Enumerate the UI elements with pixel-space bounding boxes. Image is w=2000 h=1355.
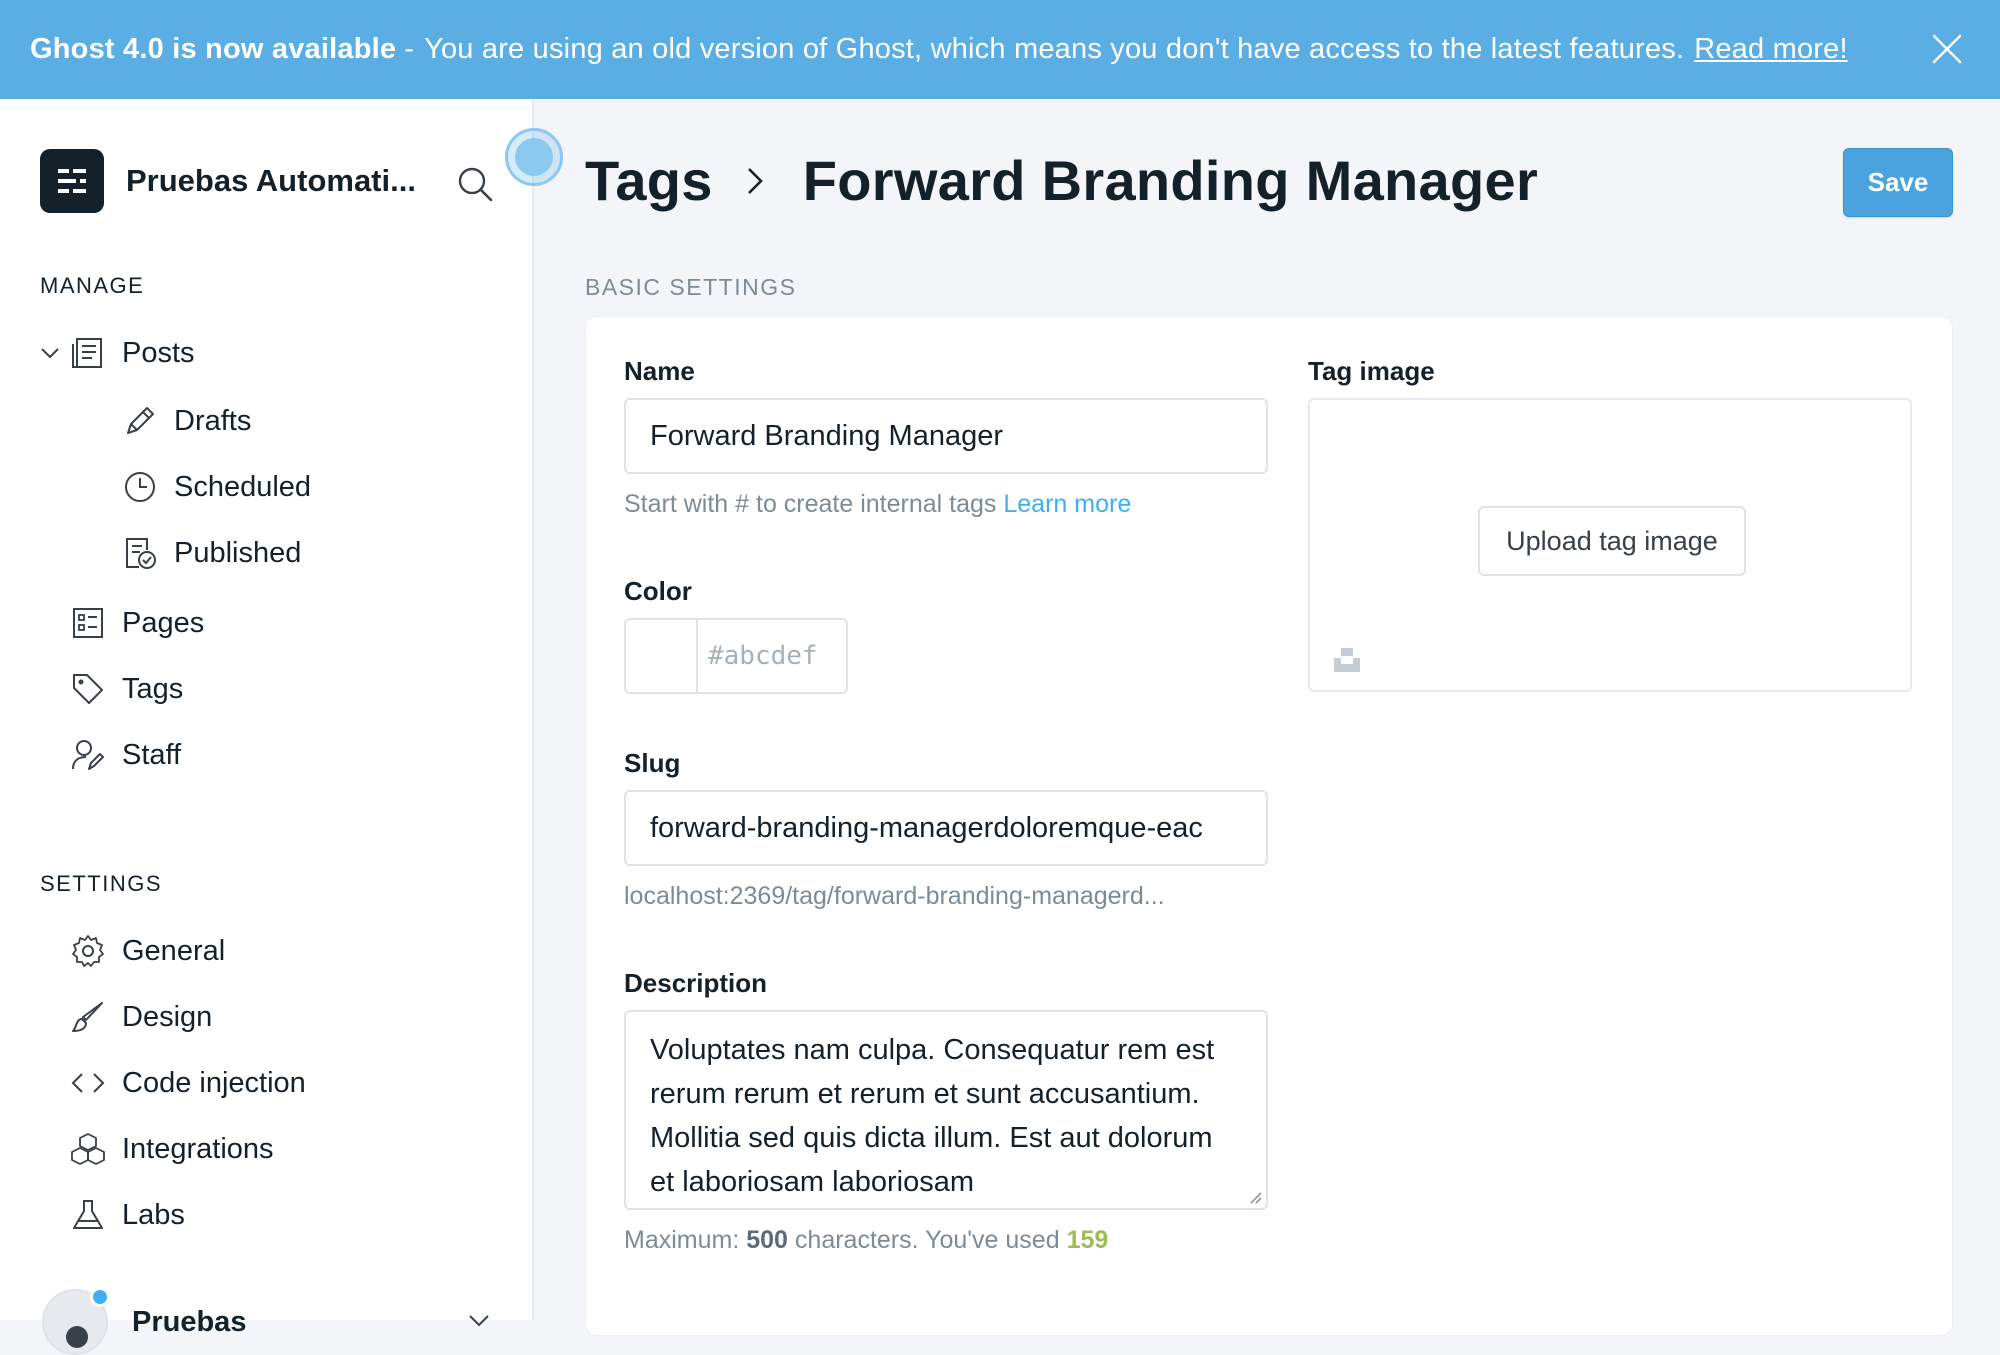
breadcrumb: Tags Forward Branding Manager [585, 148, 1538, 213]
color-placeholder: #abcdef [708, 641, 818, 671]
search-icon[interactable] [456, 165, 494, 203]
name-label: Name [624, 356, 695, 386]
resize-handle-icon[interactable] [1248, 1190, 1262, 1204]
count-max: 500 [746, 1226, 788, 1254]
sidebar-item-staff[interactable]: Staff [70, 733, 181, 777]
slug-url-preview: localhost:2369/tag/forward-branding-mana… [624, 882, 1165, 910]
tag-image-label: Tag image [1308, 356, 1435, 386]
code-icon [70, 1065, 106, 1101]
color-field[interactable]: #abcdef [624, 618, 848, 694]
sidebar-item-labs[interactable]: Labs [70, 1193, 185, 1237]
count-used: 159 [1066, 1226, 1109, 1254]
published-icon [122, 535, 158, 571]
upload-tag-image-button[interactable]: Upload tag image [1478, 506, 1746, 576]
flask-icon [70, 1197, 106, 1233]
sidebar-item-label: Tags [122, 672, 184, 705]
posts-icon [70, 335, 106, 371]
clock-icon [122, 469, 158, 505]
sidebar-item-integrations[interactable]: Integrations [70, 1127, 274, 1171]
site-logo [40, 149, 104, 213]
name-hint: Start with # to create internal tags Lea… [624, 490, 1131, 519]
color-label: Color [624, 576, 692, 606]
unsplash-icon[interactable] [1332, 644, 1362, 674]
save-button[interactable]: Save [1843, 148, 1953, 217]
sidebar-item-published[interactable]: Published [122, 531, 301, 575]
status-dot [90, 1287, 110, 1307]
close-icon[interactable] [1930, 32, 1964, 66]
name-hint-text: Start with # to create internal tags [624, 490, 997, 518]
name-input[interactable]: Forward Branding Manager [624, 398, 1268, 474]
pages-icon [70, 605, 106, 641]
sidebar-item-design[interactable]: Design [70, 995, 212, 1039]
banner-separator: - [404, 33, 415, 65]
site-name: Pruebas Automati... [126, 163, 416, 198]
chevron-down-icon[interactable] [38, 341, 62, 365]
update-banner: Ghost 4.0 is now available - You are usi… [0, 0, 2000, 99]
sidebar-item-drafts[interactable]: Drafts [122, 399, 251, 443]
tag-icon [70, 671, 106, 707]
site-brand[interactable]: Pruebas Automati... [40, 149, 416, 213]
banner-read-more-link[interactable]: Read more! [1694, 33, 1848, 66]
pencil-icon [122, 403, 158, 439]
sidebar-item-general[interactable]: General [70, 929, 225, 973]
basic-settings-label: BASIC SETTINGS [585, 274, 797, 300]
gear-icon [70, 933, 106, 969]
count-mid: characters. You've used [794, 1226, 1060, 1254]
name-input-value: Forward Branding Manager [650, 419, 1004, 452]
color-input[interactable]: #abcdef [698, 620, 846, 692]
sidebar-item-label: Labs [122, 1198, 185, 1231]
page-title: Forward Branding Manager [802, 149, 1539, 212]
sidebar-item-posts[interactable]: Posts [70, 331, 195, 375]
integrations-icon [70, 1131, 106, 1167]
count-prefix: Maximum: [624, 1226, 740, 1254]
staff-icon [70, 737, 106, 773]
chevron-down-icon[interactable] [466, 1307, 492, 1333]
sidebar-item-label: Scheduled [174, 470, 312, 503]
sidebar-item-label: Pages [122, 606, 205, 639]
user-name: Pruebas [132, 1305, 247, 1338]
sidebar-item-label: Staff [122, 738, 182, 771]
breadcrumb-tags-link[interactable]: Tags [585, 148, 713, 213]
sidebar-item-label: General [122, 934, 226, 967]
color-swatch[interactable] [626, 620, 698, 692]
learn-more-link[interactable]: Learn more [1003, 490, 1131, 518]
sidebar-item-label: Posts [122, 336, 195, 369]
sidebar: Pruebas Automati... MANAGE Posts Drafts … [0, 99, 534, 1355]
sidebar-item-label: Integrations [122, 1132, 274, 1165]
slug-input[interactable]: forward-branding-managerdoloremque-eac [624, 790, 1268, 866]
sidebar-item-label: Published [174, 536, 302, 569]
banner-message: You are using an old version of Ghost, w… [424, 33, 1685, 65]
sidebar-item-scheduled[interactable]: Scheduled [122, 465, 311, 509]
user-menu[interactable]: Pruebas [42, 1289, 246, 1355]
banner-title: Ghost 4.0 is now available [30, 33, 397, 65]
ghost-logo-icon [58, 169, 86, 193]
slug-label: Slug [624, 748, 681, 778]
sidebar-item-label: Drafts [174, 404, 252, 437]
onboarding-pulse[interactable] [505, 128, 563, 186]
slug-input-value: forward-branding-managerdoloremque-eac [650, 811, 1203, 844]
description-count-hint: Maximum: 500 characters. You've used 159 [624, 1226, 1108, 1255]
description-label: Description [624, 968, 768, 998]
tag-image-uploader[interactable]: Upload tag image [1308, 398, 1912, 692]
settings-section-label: SETTINGS [40, 871, 163, 896]
sidebar-item-code-injection[interactable]: Code injection [70, 1061, 306, 1105]
sidebar-item-pages[interactable]: Pages [70, 601, 204, 645]
sidebar-item-label: Design [122, 1000, 213, 1033]
description-value: Voluptates nam culpa. Consequatur rem es… [650, 1034, 1215, 1198]
sidebar-item-label: Code injection [122, 1066, 306, 1099]
brush-icon [70, 999, 106, 1035]
sidebar-item-tags[interactable]: Tags [70, 667, 183, 711]
manage-section-label: MANAGE [40, 273, 145, 298]
chevron-right-icon [747, 167, 763, 194]
description-textarea[interactable]: Voluptates nam culpa. Consequatur rem es… [624, 1010, 1268, 1210]
